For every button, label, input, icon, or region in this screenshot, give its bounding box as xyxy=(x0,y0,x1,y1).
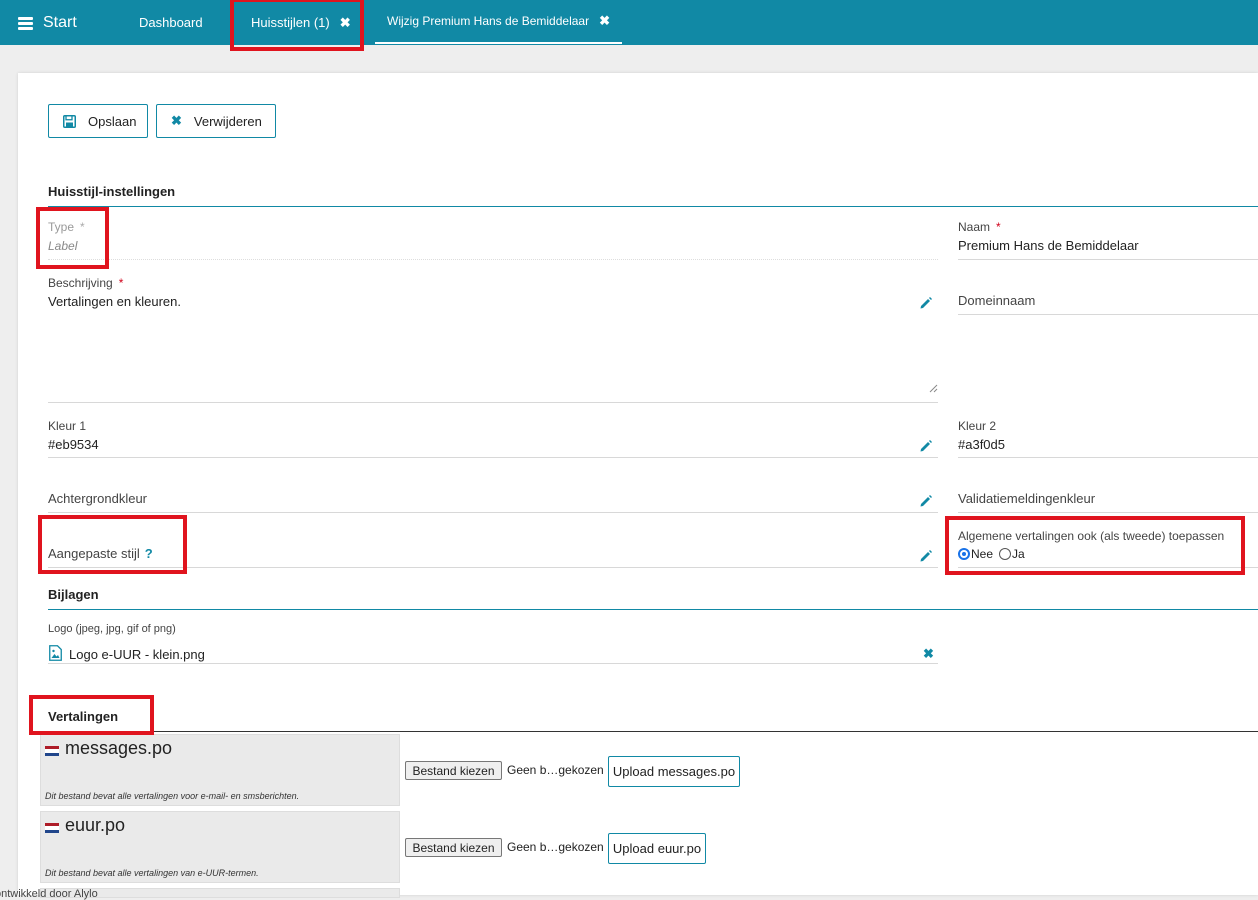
type-value: Label xyxy=(48,239,78,253)
logo-underline xyxy=(48,663,938,664)
logo-file-link[interactable]: Logo e-UUR - klein.png xyxy=(69,647,205,662)
dutch-flag-icon xyxy=(45,746,59,756)
tab-label: Wijzig Premium Hans de Bemiddelaar xyxy=(387,14,590,28)
type-underline xyxy=(48,259,938,260)
choose-file-button[interactable]: Bestand kiezen xyxy=(405,838,502,857)
no-file-chosen-text: Geen b…gekozen xyxy=(507,763,604,777)
delete-label: Verwijderen xyxy=(193,113,262,129)
help-icon[interactable]: ? xyxy=(145,546,153,561)
achtergrondkleur-label: Achtergrondkleur xyxy=(48,491,147,506)
pencil-icon[interactable] xyxy=(919,296,933,310)
radio-nee-label: Nee xyxy=(971,547,994,561)
translation-file-name: euur.po xyxy=(65,815,126,835)
type-label-text: Type xyxy=(48,220,75,234)
tab-label: Dashboard xyxy=(139,15,203,30)
naam-label-text: Naam xyxy=(958,220,991,234)
translation-file-euur: euur.po Dit bestand bevat alle vertaling… xyxy=(40,811,400,883)
beschrijving-underline xyxy=(48,402,938,403)
section-divider xyxy=(48,731,1258,732)
radio-ja-label: Ja xyxy=(1012,547,1025,561)
delete-button[interactable]: ✖ Verwijderen xyxy=(156,104,276,138)
x-icon: ✖ xyxy=(171,113,182,128)
radio-nee[interactable]: Nee xyxy=(958,547,993,561)
top-navigation-bar: Start Dashboard Huisstijlen (1) ✖ Wijzig… xyxy=(0,0,1258,45)
tab-label: Huisstijlen (1) xyxy=(251,15,330,30)
aangepaste-stijl-text: Aangepaste stijl xyxy=(48,546,140,561)
pencil-icon[interactable] xyxy=(919,439,933,453)
no-file-chosen-text: Geen b…gekozen xyxy=(507,840,604,854)
kleur2-label: Kleur 2 xyxy=(958,419,997,433)
type-field-label: Type * xyxy=(48,220,85,234)
beschrijving-textarea[interactable]: Vertalingen en kleuren. xyxy=(48,294,908,394)
resize-handle-icon[interactable] xyxy=(929,384,938,393)
kleur1-input[interactable]: #eb9534 xyxy=(48,437,99,452)
upload-euur-button[interactable]: Upload euur.po xyxy=(608,833,706,864)
aangepaste-stijl-input[interactable] xyxy=(48,567,938,568)
required-marker: * xyxy=(996,220,1001,234)
algemene-vertalingen-radio-group: Nee Ja xyxy=(958,547,1031,561)
save-button[interactable]: Opslaan xyxy=(48,104,148,138)
radio-ja-indicator[interactable] xyxy=(999,548,1012,560)
naam-input[interactable]: Premium Hans de Bemiddelaar xyxy=(958,238,1139,253)
section-title-huisstijl: Huisstijl-instellingen xyxy=(48,184,176,199)
beschrijving-field-label: Beschrijving * xyxy=(48,276,123,290)
pencil-icon[interactable] xyxy=(919,549,933,563)
naam-underline xyxy=(958,259,1258,260)
hamburger-icon xyxy=(18,16,33,30)
domeinnaam-input[interactable] xyxy=(958,314,1258,315)
tab-wijzig-premium[interactable]: Wijzig Premium Hans de Bemiddelaar ✖ xyxy=(375,0,622,44)
logo-label: Logo (jpeg, jpg, gif of png) xyxy=(48,623,176,635)
close-icon[interactable]: ✖ xyxy=(340,15,351,31)
kleur1-underline xyxy=(48,457,938,458)
radio-nee-indicator[interactable] xyxy=(958,548,970,560)
radio-ja[interactable]: Ja xyxy=(999,547,1025,561)
choose-file-button[interactable]: Bestand kiezen xyxy=(405,761,502,780)
section-title-vertalingen: Vertalingen xyxy=(48,709,119,724)
close-icon[interactable]: ✖ xyxy=(599,13,610,29)
kleur2-underline xyxy=(958,457,1258,458)
upload-messages-button[interactable]: Upload messages.po xyxy=(608,756,740,787)
achtergrondkleur-input[interactable] xyxy=(48,512,938,513)
naam-field-label: Naam * xyxy=(958,220,1001,234)
start-menu-button[interactable]: Start xyxy=(18,11,77,35)
image-file-icon xyxy=(49,645,62,661)
dutch-flag-icon xyxy=(45,823,59,833)
tab-huisstijlen[interactable]: Huisstijlen (1) ✖ xyxy=(251,0,351,45)
save-label: Opslaan xyxy=(88,113,137,129)
required-marker: * xyxy=(118,276,124,290)
translation-file-description: Dit bestand bevat alle vertalingen voor … xyxy=(45,791,300,801)
algemene-vertalingen-underline xyxy=(958,567,1258,568)
translation-file-messages: messages.po Dit bestand bevat alle verta… xyxy=(40,734,400,806)
floppy-disk-icon xyxy=(63,114,76,128)
validatiemeldingenkleur-label: Validatiemeldingenkleur xyxy=(958,491,1096,506)
translation-file-description: Dit bestand bevat alle vertalingen van e… xyxy=(45,868,259,878)
section-divider xyxy=(48,206,1258,207)
domeinnaam-label: Domeinnaam xyxy=(958,293,1036,308)
validatiemeldingenkleur-input[interactable] xyxy=(958,512,1258,513)
aangepaste-stijl-label: Aangepaste stijl? xyxy=(48,546,153,561)
edit-panel: Opslaan ✖ Verwijderen Huisstijl-instelli… xyxy=(18,73,1258,898)
start-label: Start xyxy=(43,14,77,31)
pencil-icon[interactable] xyxy=(919,494,933,508)
remove-logo-x-icon[interactable]: ✖ xyxy=(923,646,934,662)
algemene-vertalingen-label: Algemene vertalingen ook (als tweede) to… xyxy=(958,529,1225,543)
beschrijving-label-text: Beschrijving xyxy=(48,276,113,290)
required-marker: * xyxy=(80,220,85,234)
kleur1-label: Kleur 1 xyxy=(48,419,87,433)
kleur2-input[interactable]: #a3f0d5 xyxy=(958,437,1005,452)
translation-file-name: messages.po xyxy=(65,738,173,758)
tab-dashboard[interactable]: Dashboard xyxy=(139,0,203,45)
section-divider xyxy=(48,609,1258,610)
section-title-bijlagen: Bijlagen xyxy=(48,587,99,602)
footer-credit: ontwikkeld door Alylo xyxy=(0,888,98,900)
